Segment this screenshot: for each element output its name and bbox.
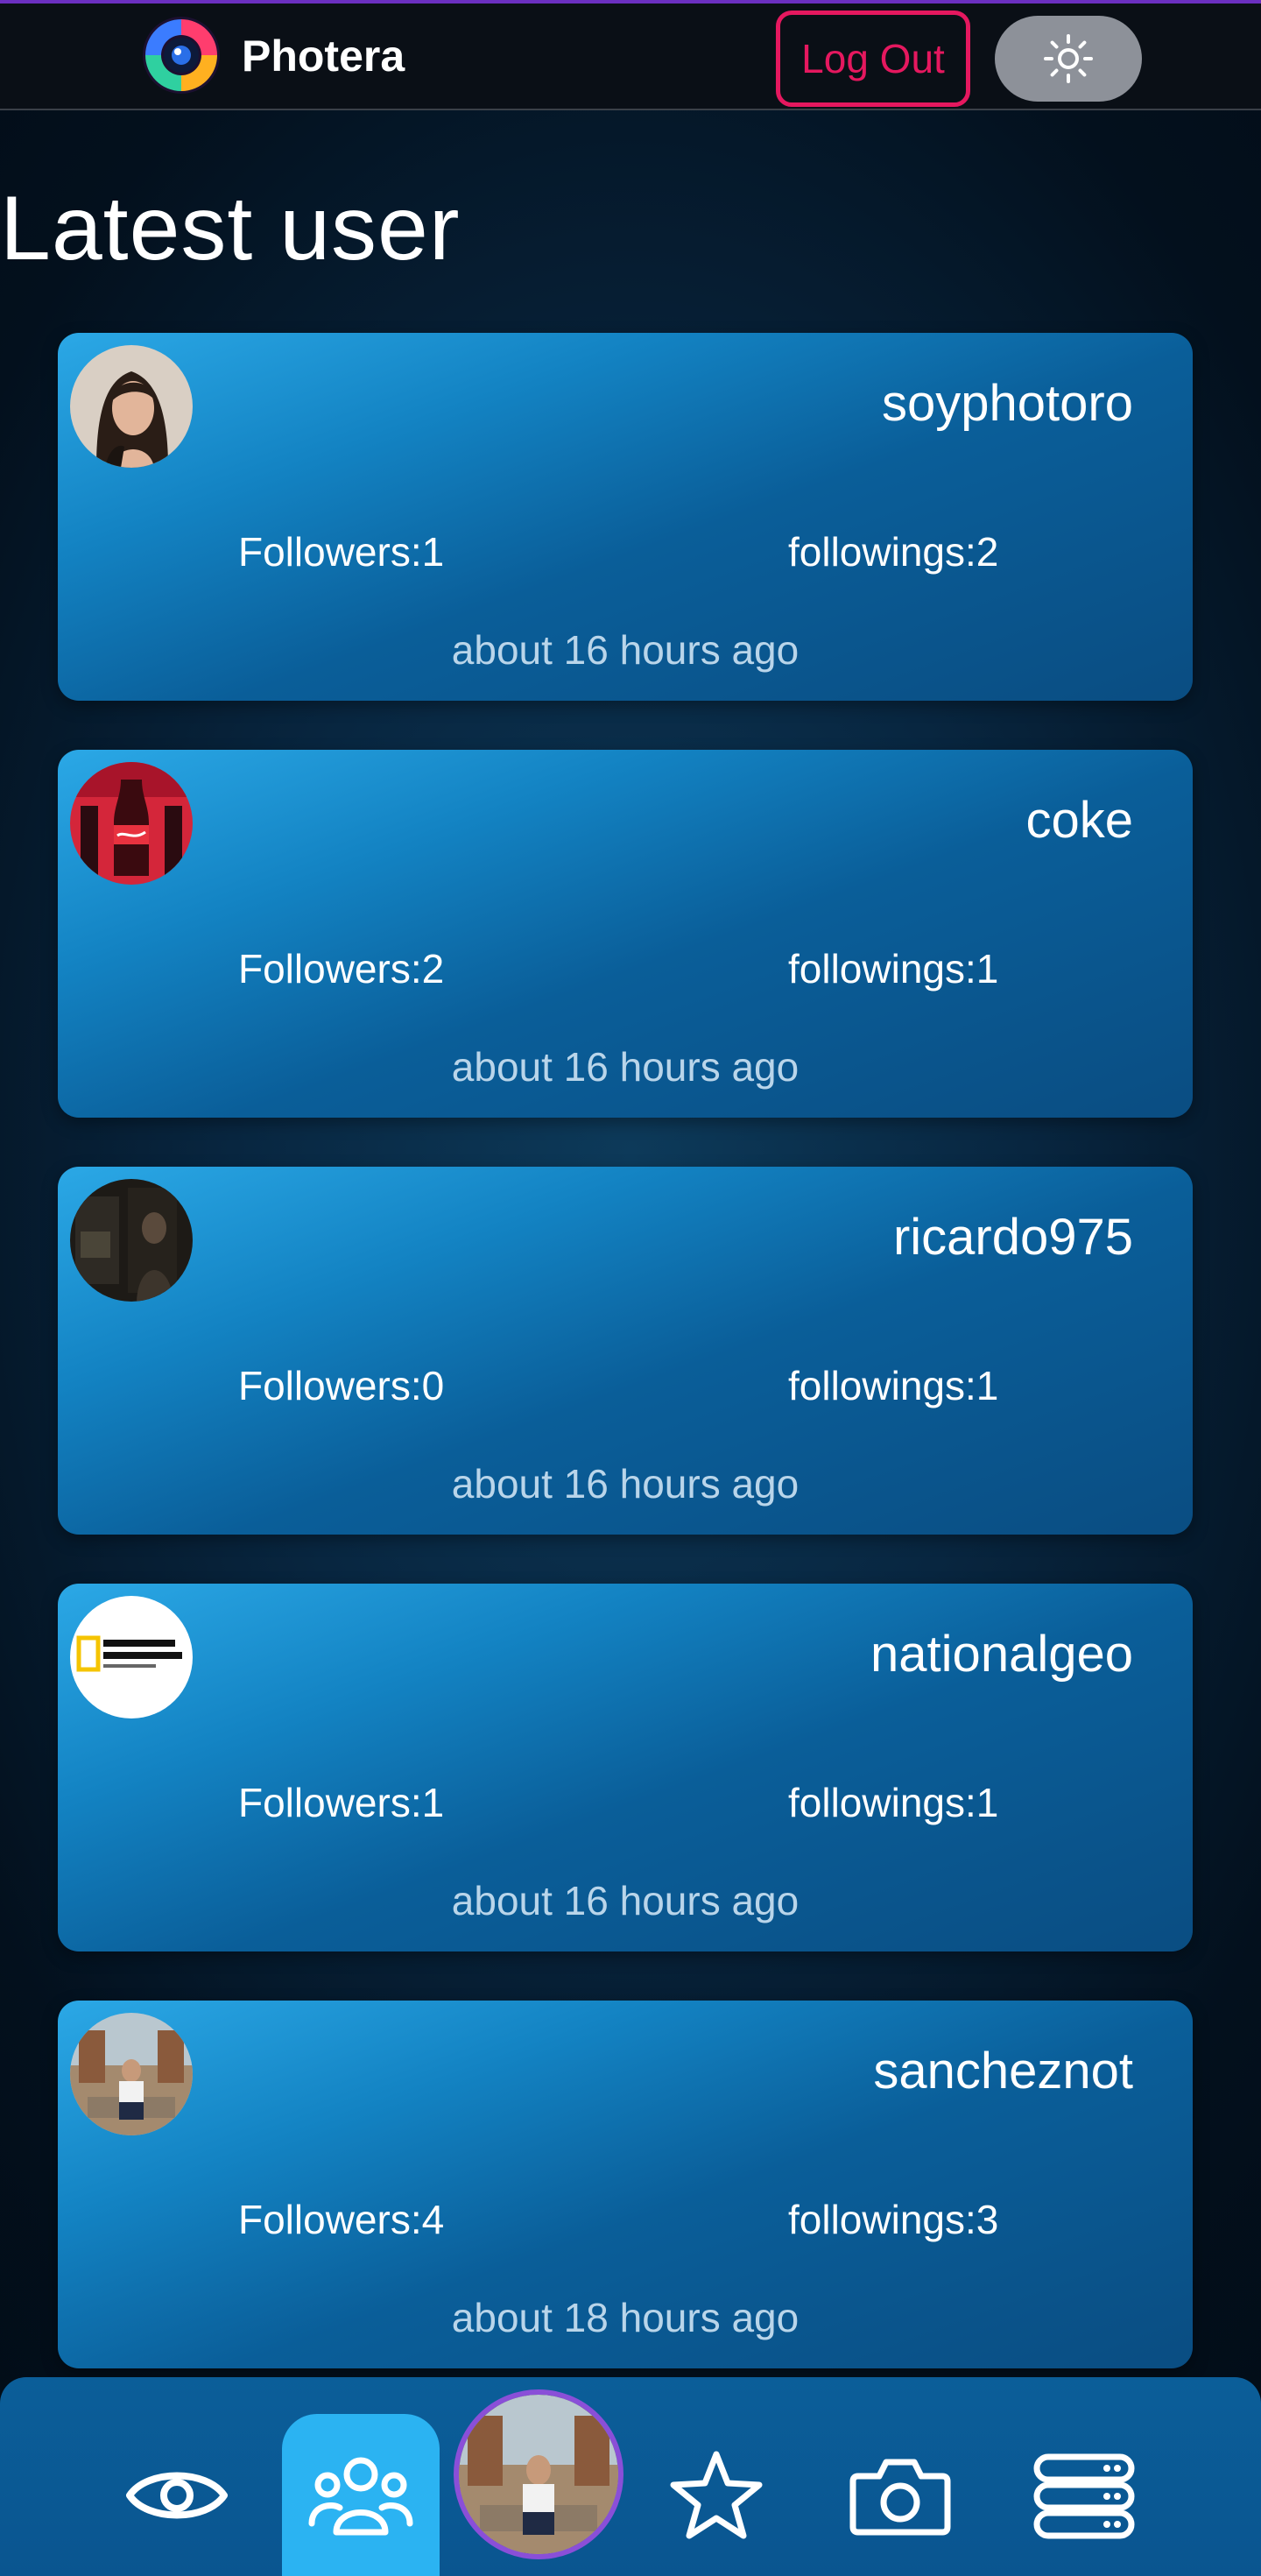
followings-count: followings:1 [788, 1363, 999, 1408]
logout-button[interactable]: Log Out [776, 11, 970, 107]
joined-time: about 18 hours ago [451, 2295, 800, 2340]
username[interactable]: ricardo975 [893, 1207, 1133, 1268]
followings-count: followings:2 [788, 529, 999, 575]
joined-time: about 16 hours ago [451, 1461, 800, 1507]
joined-time: about 16 hours ago [451, 1044, 800, 1090]
nav-storage[interactable] [1005, 2414, 1163, 2576]
user-avatar[interactable] [70, 345, 193, 468]
database-icon [1033, 2453, 1135, 2538]
user-card[interactable]: nationalgeo Followers:1 followings:1 abo… [58, 1584, 1193, 1951]
profile-avatar-button[interactable] [454, 2389, 623, 2559]
theme-toggle-button[interactable] [995, 16, 1142, 102]
top-navbar: Photera Log Out [0, 4, 1261, 110]
user-avatar[interactable] [70, 2013, 193, 2135]
user-card[interactable]: ricardo975 Followers:0 followings:1 abou… [58, 1167, 1193, 1535]
section-title: Latest user [0, 178, 461, 279]
username[interactable]: sancheznot [873, 2041, 1133, 2102]
username[interactable]: soyphotoro [882, 373, 1133, 434]
user-avatar[interactable] [70, 1179, 193, 1302]
sun-icon [1044, 34, 1093, 83]
nav-favorites[interactable] [638, 2414, 795, 2576]
followings-count: followings:1 [788, 1780, 999, 1825]
joined-time: about 16 hours ago [451, 627, 800, 673]
nav-users[interactable] [282, 2414, 440, 2576]
username[interactable]: coke [1025, 790, 1133, 851]
joined-time: about 16 hours ago [451, 1878, 800, 1923]
brand-name[interactable]: Photera [242, 30, 405, 82]
followers-count: Followers:2 [238, 946, 445, 992]
eye-icon [126, 2472, 228, 2518]
photera-logo[interactable] [140, 14, 222, 96]
user-card[interactable]: soyphotoro Followers:1 followings:2 abou… [58, 333, 1193, 701]
followings-count: followings:3 [788, 2197, 999, 2242]
user-avatar[interactable] [70, 1596, 193, 1719]
followers-count: Followers:1 [238, 1780, 445, 1825]
profile-avatar [459, 2395, 618, 2554]
nav-explore[interactable] [98, 2414, 256, 2576]
users-icon [308, 2457, 413, 2535]
followers-count: Followers:1 [238, 529, 445, 575]
star-icon [670, 2451, 763, 2538]
camera-icon [849, 2459, 951, 2535]
followings-count: followings:1 [788, 946, 999, 992]
nav-camera[interactable] [821, 2414, 979, 2576]
followers-count: Followers:0 [238, 1363, 445, 1408]
user-card[interactable]: sancheznot Followers:4 followings:3 abou… [58, 2001, 1193, 2368]
user-avatar[interactable] [70, 762, 193, 885]
followers-count: Followers:4 [238, 2197, 445, 2242]
user-card[interactable]: coke Followers:2 followings:1 about 16 h… [58, 750, 1193, 1118]
username[interactable]: nationalgeo [870, 1624, 1133, 1685]
bottom-navigation [0, 2377, 1261, 2576]
